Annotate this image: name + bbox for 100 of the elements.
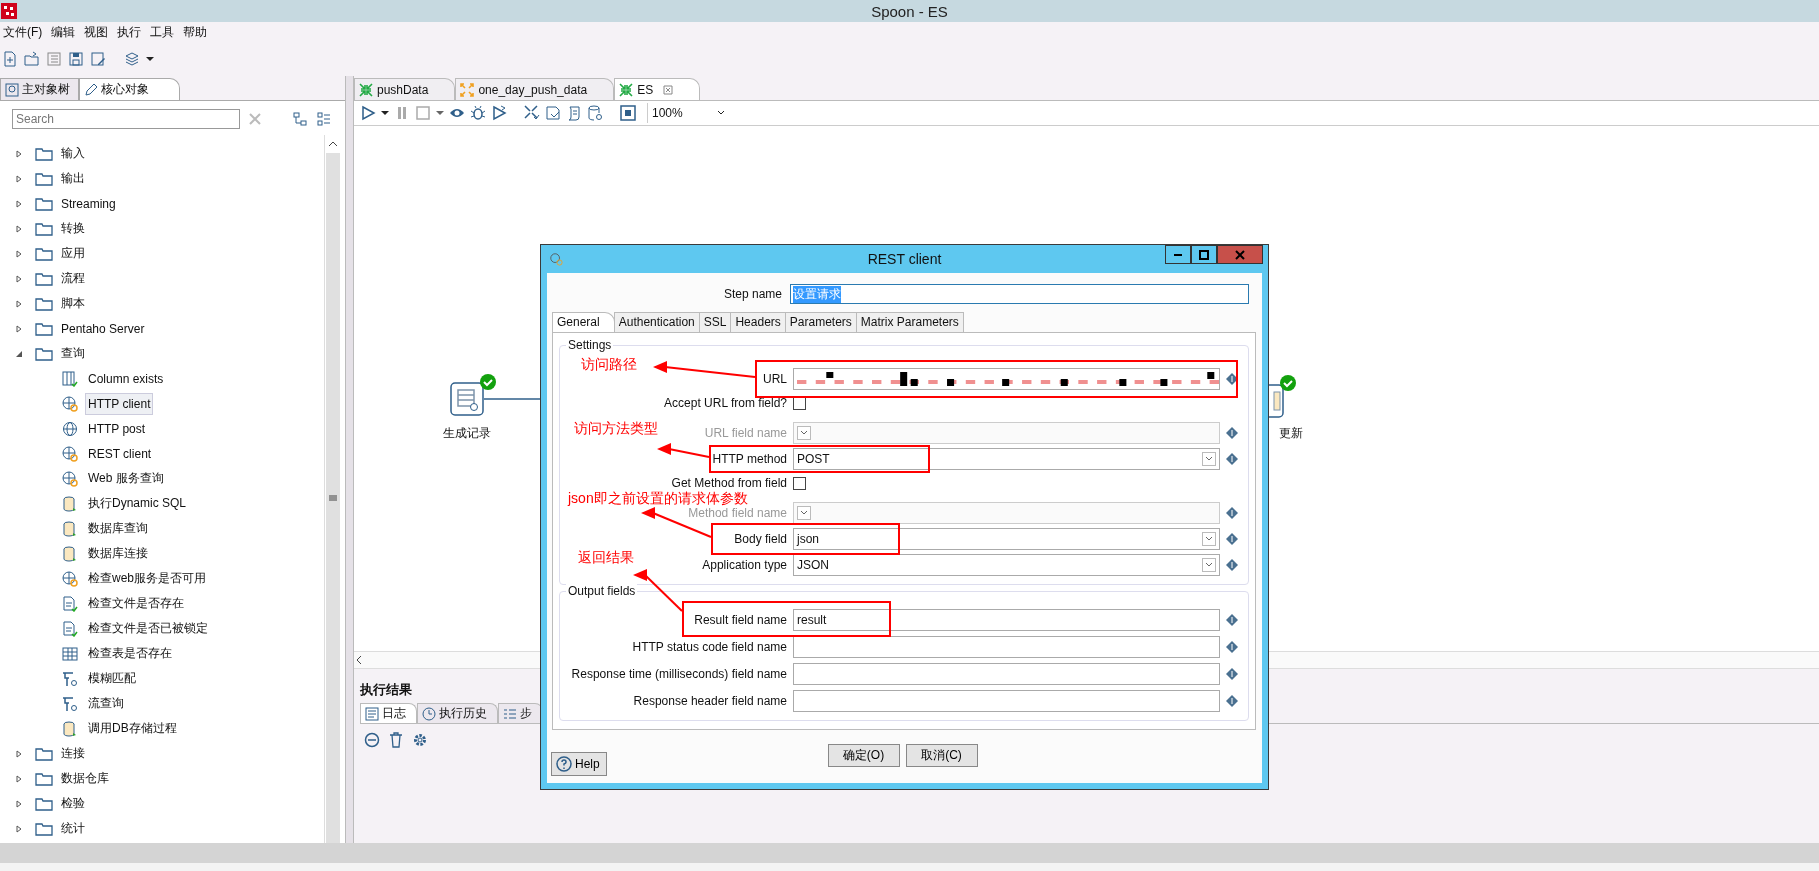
save-icon[interactable] (68, 51, 84, 67)
scroll-up-icon[interactable] (328, 139, 338, 149)
text-field[interactable] (793, 635, 1220, 658)
menu-item[interactable]: 执行 (114, 23, 148, 41)
expand-arrow-icon[interactable] (15, 174, 23, 183)
expand-arrow-icon[interactable] (15, 149, 23, 158)
close-icon[interactable] (663, 84, 674, 95)
search-field[interactable]: Search (12, 109, 240, 129)
dropdown-field[interactable]: POST (793, 448, 1220, 470)
tree-folder[interactable]: 统计 (61, 820, 85, 837)
checkbox[interactable] (793, 476, 806, 490)
tree-item[interactable]: 检查表是否存在 (86, 642, 174, 665)
settings-icon[interactable] (412, 732, 428, 748)
tree-item[interactable]: 检查文件是否已被锁定 (86, 617, 210, 640)
variable-icon[interactable] (1226, 507, 1238, 519)
replay-icon[interactable] (491, 105, 507, 121)
dialog-button[interactable]: 取消(C) (905, 744, 978, 767)
text-field[interactable]: result (793, 608, 1220, 631)
caret-icon[interactable] (381, 109, 389, 117)
menu-item[interactable]: 工具 (147, 23, 181, 41)
step-node-icon[interactable] (450, 382, 484, 416)
list-view-icon[interactable] (316, 111, 332, 127)
dialog-tab[interactable]: General (552, 312, 615, 332)
text-field[interactable] (793, 689, 1220, 712)
tree-folder[interactable]: 连接 (61, 745, 85, 762)
variable-icon[interactable] (1226, 453, 1238, 465)
tree-item[interactable]: Web 服务查询 (86, 467, 166, 490)
scrollbar[interactable] (324, 135, 341, 843)
tree-folder[interactable]: Streaming (61, 196, 116, 211)
tree-item[interactable]: 数据库连接 (86, 542, 150, 565)
expand-arrow-icon[interactable] (15, 749, 23, 758)
tree-folder[interactable]: Pentaho Server (61, 321, 145, 336)
expand-arrow-icon[interactable] (15, 274, 23, 283)
tree-item[interactable]: 流查询 (86, 692, 126, 715)
expand-arrow-icon[interactable] (15, 199, 23, 208)
dialog-tab[interactable]: Matrix Parameters (855, 312, 964, 332)
verify-icon[interactable] (524, 105, 540, 121)
help-button[interactable]: Help (551, 752, 607, 776)
variable-icon[interactable] (1226, 667, 1238, 680)
panel-tab[interactable]: 核心对象 (79, 78, 180, 100)
results-tab[interactable]: 执行历史 (417, 703, 498, 723)
maximize-button[interactable] (1191, 245, 1217, 264)
tree-item[interactable]: 调用DB存储过程 (86, 717, 179, 740)
tree-folder[interactable]: 检验 (61, 795, 85, 812)
hierarchy-icon[interactable] (292, 111, 308, 127)
tree-item[interactable]: 数据库查询 (86, 517, 150, 540)
dialog-button[interactable]: 确定(O) (827, 744, 900, 767)
tree-item[interactable]: HTTP post (86, 418, 148, 439)
variable-icon[interactable] (1226, 373, 1238, 385)
tree-item[interactable]: 执行Dynamic SQL (86, 492, 189, 515)
editor-tab[interactable]: one_day_push_data (455, 78, 615, 100)
script-icon[interactable] (566, 105, 582, 121)
menu-item[interactable]: 视图 (81, 23, 115, 41)
minimize-button[interactable] (1165, 245, 1191, 264)
tree-folder[interactable]: 应用 (61, 245, 85, 262)
tree-folder[interactable]: 输入 (61, 145, 85, 162)
zoom-dropdown[interactable]: 100% (647, 103, 730, 123)
dropdown-field[interactable]: JSON (793, 554, 1220, 576)
tree-item[interactable]: Column exists (86, 368, 166, 389)
tree-folder[interactable]: 输出 (61, 170, 85, 187)
results-tab[interactable]: 步 (498, 703, 543, 723)
dialog-tab[interactable]: Headers (730, 312, 786, 332)
expand-arrow-icon[interactable] (15, 774, 23, 783)
tree-folder[interactable]: 转换 (61, 220, 85, 237)
close-button[interactable] (1217, 245, 1263, 264)
variable-icon[interactable] (1226, 613, 1238, 626)
variable-icon[interactable] (1226, 640, 1238, 653)
variable-icon[interactable] (1226, 694, 1238, 707)
expand-arrow-icon[interactable] (15, 224, 23, 233)
trash-icon[interactable] (388, 732, 404, 748)
caret-icon[interactable] (146, 55, 154, 63)
tree-folder[interactable]: 数据仓库 (61, 770, 109, 787)
minus-circle-icon[interactable] (364, 732, 380, 748)
panel-tab[interactable]: 主对象树 (0, 78, 79, 100)
tree-folder[interactable]: 脚本 (61, 295, 85, 312)
collapse-arrow-icon[interactable] (15, 349, 23, 358)
variable-icon[interactable] (1226, 533, 1238, 545)
save-as-icon[interactable] (90, 51, 106, 67)
dialog-tab[interactable]: Parameters (784, 312, 857, 332)
new-file-icon[interactable] (2, 51, 18, 67)
dialog-tab[interactable]: Authentication (613, 312, 700, 332)
database-search-icon[interactable] (587, 105, 603, 121)
tree-item[interactable]: REST client (86, 443, 154, 464)
text-field[interactable] (793, 662, 1220, 685)
variable-icon[interactable] (1226, 559, 1238, 571)
expand-arrow-icon[interactable] (15, 324, 23, 333)
menu-item[interactable]: 文件(F) (0, 23, 49, 41)
grip-icon[interactable] (328, 493, 338, 503)
layers-icon[interactable] (124, 51, 140, 67)
variable-icon[interactable] (1226, 427, 1238, 439)
tree-folder[interactable]: 流程 (61, 270, 85, 287)
editor-tab[interactable]: pushData (354, 78, 456, 100)
impact-icon[interactable] (545, 105, 561, 121)
open-folder-icon[interactable] (24, 51, 40, 67)
tree-item[interactable]: 检查文件是否存在 (86, 592, 186, 615)
tree-item[interactable]: HTTP client (86, 393, 153, 414)
menu-item[interactable]: 帮助 (180, 23, 214, 41)
expand-arrow-icon[interactable] (15, 824, 23, 833)
scroll-left-icon[interactable] (354, 655, 364, 665)
tree-item[interactable]: 检查web服务是否可用 (86, 567, 208, 590)
